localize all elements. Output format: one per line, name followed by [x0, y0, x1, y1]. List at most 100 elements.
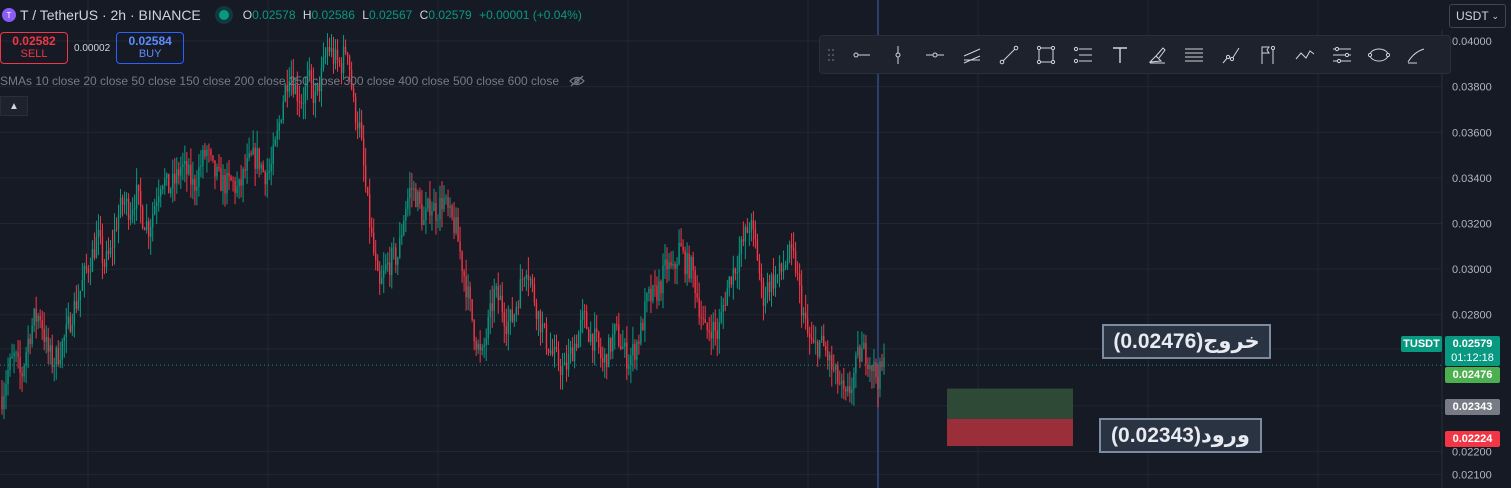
candle-body	[344, 46, 347, 53]
candle-body	[5, 383, 7, 396]
vertical-line-tool[interactable]	[879, 36, 916, 73]
price-axis-label: 0.03000	[1452, 264, 1492, 276]
candle-body	[27, 338, 29, 353]
text-icon	[1112, 46, 1127, 63]
pitchfork-tool[interactable]	[1323, 36, 1360, 73]
sell-button[interactable]: 0.02582 SELL	[0, 32, 68, 64]
stop-zone[interactable]	[947, 418, 1073, 447]
entry-annotation[interactable]: ورود(0.02343)	[1099, 418, 1262, 453]
symbol-logo-icon[interactable]: T	[2, 8, 16, 22]
candle-body	[666, 259, 668, 270]
candle-body	[236, 186, 238, 193]
candle-body	[272, 145, 274, 165]
candle-body	[686, 253, 688, 275]
candle-body	[326, 46, 329, 56]
quick-trade-panel: 0.02582 SELL 0.00002 0.02584 BUY	[0, 32, 185, 64]
candle-body	[766, 282, 769, 298]
fib-retracement-tool[interactable]	[1064, 36, 1101, 73]
candle-body	[399, 237, 401, 258]
candle-body	[881, 361, 883, 368]
candle-body	[499, 295, 501, 301]
candle-body	[750, 220, 753, 232]
parallel-channel-tool[interactable]	[953, 36, 990, 73]
candle-body	[487, 317, 489, 339]
currency-selector[interactable]: USDT ⌄	[1449, 4, 1506, 28]
collapse-legend-button[interactable]: ▲	[0, 96, 28, 116]
candle-body	[732, 268, 735, 285]
candle-body	[322, 57, 325, 68]
rectangle-tool[interactable]	[1027, 36, 1064, 73]
price-axis-label: 0.03600	[1452, 127, 1492, 139]
path-tool[interactable]	[1212, 36, 1249, 73]
candle-body	[143, 228, 146, 231]
cross-line-tool[interactable]	[916, 36, 953, 73]
brush-tool[interactable]	[1138, 36, 1175, 73]
candle-body	[274, 139, 276, 146]
drag-handle-icon[interactable]	[820, 36, 842, 73]
candle-body	[529, 279, 532, 281]
eye-hidden-icon[interactable]	[569, 75, 585, 87]
text-tool[interactable]	[1101, 36, 1138, 73]
trend-line-tool[interactable]	[990, 36, 1027, 73]
candle-body	[348, 56, 351, 71]
candle-body	[644, 301, 646, 331]
candle-body	[557, 349, 560, 367]
exit-annotation[interactable]: خروج(0.02476)	[1102, 324, 1271, 359]
candle-body	[533, 284, 536, 303]
candle-body	[760, 273, 763, 283]
candle-body	[579, 319, 582, 333]
candle-body	[804, 312, 807, 319]
candle-body	[362, 138, 365, 166]
flag-mark-tool[interactable]	[1249, 36, 1286, 73]
candle-body	[123, 201, 126, 205]
candle-body	[700, 317, 702, 319]
horizontal-ray-tool[interactable]	[842, 36, 879, 73]
entry-price-tag: 0.02343	[1445, 399, 1500, 415]
ohlc-values: O0.02578 H0.02586 L0.02567 C0.02579 +0.0…	[243, 8, 586, 22]
ellipse-tool[interactable]	[1360, 36, 1397, 73]
candle-body	[302, 103, 305, 105]
sell-label: SELL	[20, 48, 48, 60]
candle-body	[768, 282, 771, 292]
candle-body	[61, 340, 63, 360]
zigzag-tool[interactable]	[1286, 36, 1323, 73]
candle-body	[863, 342, 865, 349]
candle-body	[710, 332, 712, 339]
candle-body	[358, 122, 361, 129]
candle-body	[648, 288, 650, 294]
candle-body	[346, 52, 349, 57]
close-value: 0.02579	[428, 8, 472, 22]
chevron-up-icon: ▲	[9, 100, 19, 112]
candle-body	[13, 352, 15, 357]
candle-body	[726, 288, 728, 306]
candle-body	[535, 302, 538, 319]
candle-body	[252, 147, 254, 155]
curve-tool[interactable]	[1397, 36, 1434, 73]
candle-body	[581, 311, 584, 320]
candle-body	[845, 388, 847, 392]
horizontal-lines-tool[interactable]	[1175, 36, 1212, 73]
indicator-legend[interactable]: SMAs 10 close 20 close 50 close 150 clos…	[0, 74, 585, 88]
candle-body	[772, 274, 775, 289]
target-zone[interactable]	[947, 388, 1073, 419]
open-label: O	[242, 8, 253, 22]
candle-body	[877, 377, 879, 390]
candle-body	[41, 320, 43, 329]
candle-body	[145, 221, 148, 231]
candle-body	[463, 271, 465, 277]
candle-body	[139, 190, 142, 208]
candle-body	[778, 263, 781, 275]
candle-body	[125, 198, 128, 202]
candle-body	[875, 362, 877, 378]
candle-body	[859, 346, 861, 362]
candle-body	[712, 321, 714, 339]
candle-body	[258, 148, 260, 169]
candle-body	[521, 279, 524, 281]
candle-body	[736, 272, 739, 274]
candle-body	[314, 91, 317, 104]
symbol-title[interactable]: T / TetherUS · 2h · BINANCE	[20, 7, 201, 23]
candle-body	[589, 333, 592, 342]
candle-body	[39, 315, 41, 321]
candle-body	[841, 380, 843, 384]
buy-button[interactable]: 0.02584 BUY	[116, 32, 185, 64]
